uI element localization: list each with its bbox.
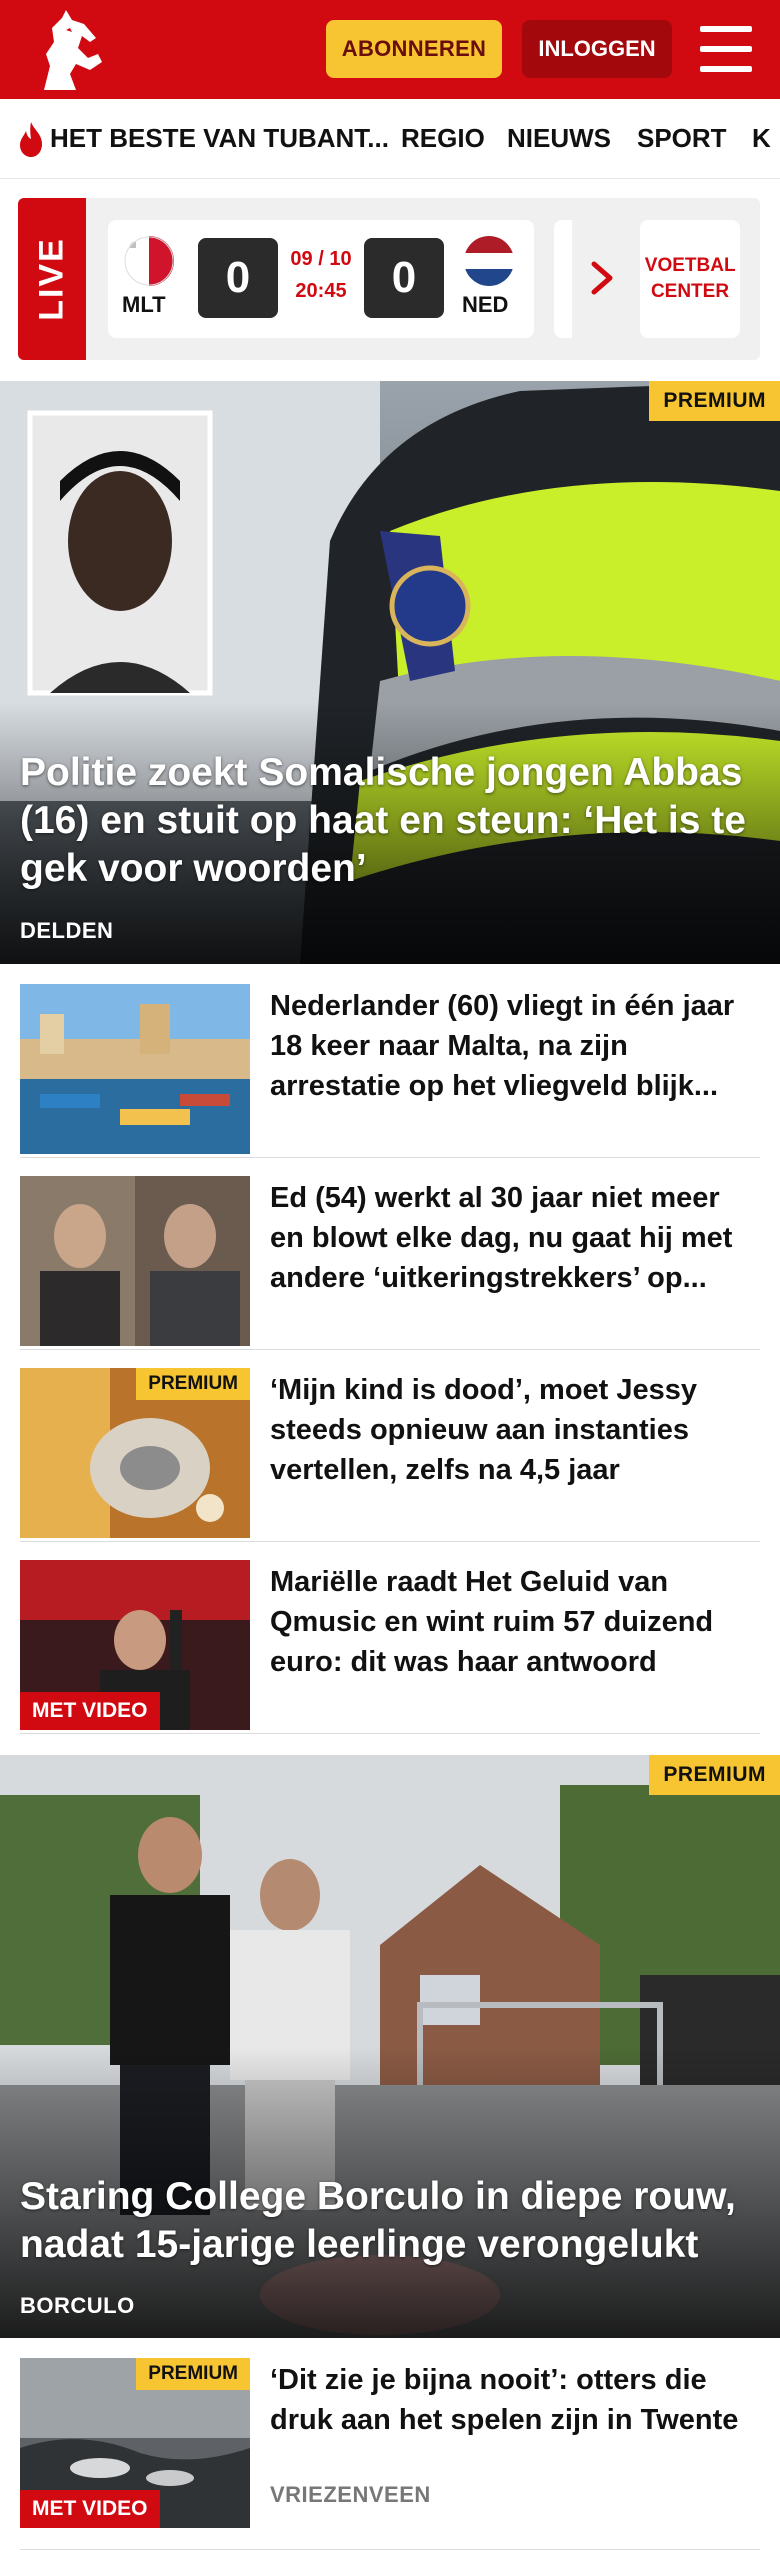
home-score: 0 <box>198 238 278 318</box>
article-title: Ed (54) werkt al 30 jaar niet meer en bl… <box>270 1182 733 1294</box>
away-score: 0 <box>364 238 444 318</box>
hero-article-borculo[interactable]: PREMIUM Staring College Borculo in diepe… <box>0 1755 780 2338</box>
subscribe-button[interactable]: ABONNEREN <box>326 20 502 78</box>
malta-flag-icon <box>124 236 174 286</box>
home-team-code: MLT <box>122 292 166 317</box>
article-title: Mariëlle raadt Het Geluid van Qmusic en … <box>270 1566 714 1678</box>
article-thumbnail: PREMIUM MET VIDEO <box>20 2358 250 2528</box>
article-thumbnail <box>20 1176 250 1346</box>
article-thumbnail: PREMIUM <box>20 1368 250 1538</box>
away-team-code: NED <box>462 292 509 317</box>
match-card[interactable]: MLT 0 09 / 10 20:45 0 NED <box>108 220 534 338</box>
video-badge: MET VIDEO <box>20 2490 160 2528</box>
list-item[interactable]: PREMIUM MET VIDEO ‘Dit zie je bijna nooi… <box>20 2340 760 2550</box>
chevron-right-icon[interactable] <box>590 260 616 296</box>
live-scores-widget: LIVE MLT 0 09 / 10 20:45 0 NED VOETBAL C… <box>18 198 760 360</box>
article-title: Nederlander (60) vliegt in één jaar 18 k… <box>270 990 735 1102</box>
nav-item-sport[interactable]: SPORT <box>637 123 727 154</box>
list-item[interactable]: Ed (54) werkt al 30 jaar niet meer en bl… <box>20 1158 760 1350</box>
article-location: VRIEZENVEEN <box>270 2482 431 2507</box>
voetbal-center-link[interactable]: VOETBAL CENTER <box>640 220 740 338</box>
live-tag: LIVE <box>18 198 86 360</box>
fire-icon <box>20 122 42 157</box>
nav-item-best-of[interactable]: HET BESTE VAN TUBANT... <box>50 123 389 154</box>
login-button[interactable]: INLOGGEN <box>522 20 672 78</box>
premium-badge: PREMIUM <box>136 2358 250 2390</box>
premium-badge: PREMIUM <box>649 381 780 421</box>
video-badge: MET VIDEO <box>20 1692 160 1730</box>
match-date: 09 / 10 <box>290 248 352 270</box>
hero-title: Staring College Borculo in diepe rouw, n… <box>20 2175 736 2266</box>
hero-article-politie[interactable]: PREMIUM Politie zoekt Somalische jongen … <box>0 381 780 964</box>
netherlands-flag-icon <box>464 236 514 286</box>
article-thumbnail: MET VIDEO <box>20 1560 250 1730</box>
hero-location: BORCULO <box>20 2293 135 2318</box>
premium-badge: PREMIUM <box>649 1755 780 1795</box>
site-header: ABONNEREN INLOGGEN <box>0 0 780 99</box>
nav-item-nieuws[interactable]: NIEUWS <box>507 123 611 154</box>
hero-title: Politie zoekt Somalische jongen Abbas (1… <box>20 751 746 890</box>
article-title: ‘Mijn kind is dood’, moet Jessy steeds o… <box>270 1374 698 1486</box>
premium-badge: PREMIUM <box>136 1368 250 1400</box>
article-title: ‘Dit zie je bijna nooit’: otters die dru… <box>270 2364 739 2436</box>
list-item[interactable]: PREMIUM ‘Mijn kind is dood’, moet Jessy … <box>20 1350 760 1542</box>
list-item[interactable]: Nederlander (60) vliegt in één jaar 18 k… <box>20 966 760 1158</box>
next-match-card[interactable] <box>554 220 572 338</box>
horse-logo-icon[interactable] <box>36 8 106 92</box>
hero-location: DELDEN <box>20 918 114 943</box>
match-time: 20:45 <box>295 280 347 302</box>
nav-item-next[interactable]: K <box>752 123 771 154</box>
nav-item-regio[interactable]: REGIO <box>401 123 485 154</box>
section-nav: HET BESTE VAN TUBANT... REGIO NIEUWS SPO… <box>0 99 780 179</box>
list-item[interactable]: MET VIDEO Mariëlle raadt Het Geluid van … <box>20 1542 760 1734</box>
article-thumbnail <box>20 984 250 1154</box>
menu-icon[interactable] <box>700 26 752 72</box>
